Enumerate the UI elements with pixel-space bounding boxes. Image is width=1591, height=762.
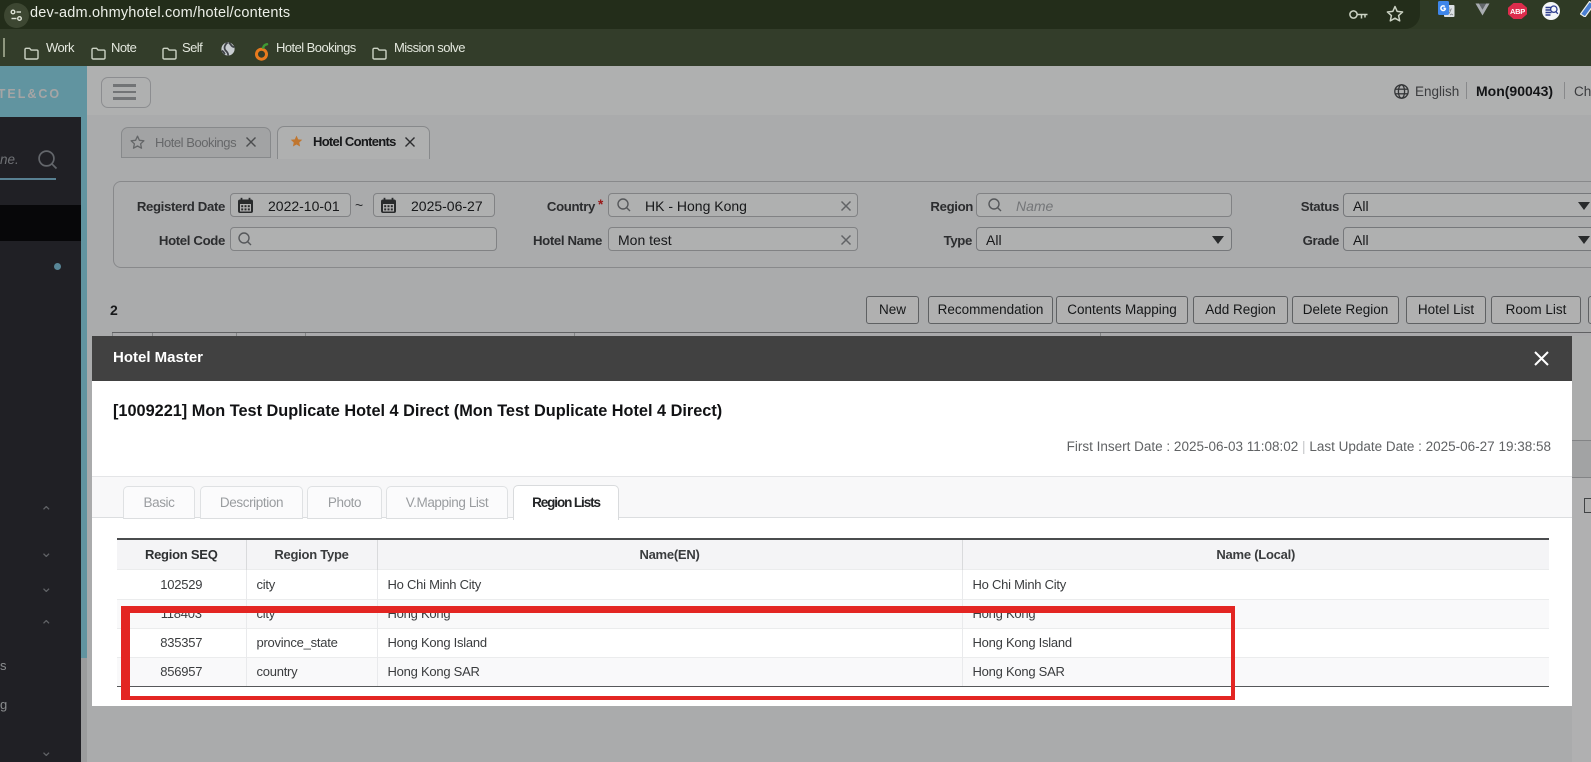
svg-text:ABP: ABP: [1510, 7, 1525, 16]
